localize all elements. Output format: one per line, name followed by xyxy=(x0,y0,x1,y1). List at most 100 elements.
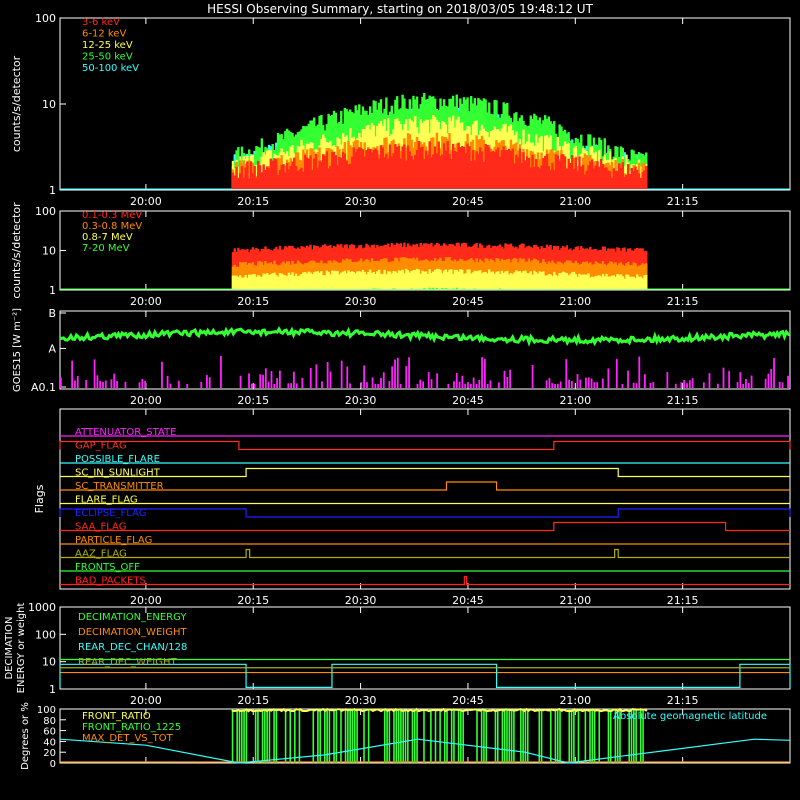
ratio-bar xyxy=(231,709,234,763)
goes-spike xyxy=(186,383,189,388)
ratio-bar xyxy=(485,709,488,763)
y-axis-label-1: DECIMATION xyxy=(4,616,15,679)
y-tick-label: 60 xyxy=(43,727,56,738)
goes-spike xyxy=(638,356,641,388)
x-tick-label: 21:00 xyxy=(559,694,591,707)
goes-spike xyxy=(745,378,747,388)
goes-spike xyxy=(601,378,604,388)
ratio-bar xyxy=(340,709,342,763)
goes-spike xyxy=(366,382,368,388)
goes-spike xyxy=(728,371,731,388)
legend-entry: 7-20 MeV xyxy=(82,243,130,254)
bar-7-20 MeV xyxy=(441,288,444,289)
ratio-bar xyxy=(261,709,264,763)
goes-spike xyxy=(649,382,652,388)
ratio-bar xyxy=(298,709,301,763)
goes-spike xyxy=(430,379,433,388)
goes-spike xyxy=(478,379,481,388)
y-tick-label: 100 xyxy=(35,205,56,218)
ratio-bar xyxy=(254,709,257,763)
goes-spike xyxy=(295,383,298,388)
ratio-bar xyxy=(264,709,266,763)
ratio-bar xyxy=(568,709,571,763)
goes-spike xyxy=(607,368,610,388)
goes-spike xyxy=(329,371,332,388)
ratio-bar xyxy=(257,709,259,763)
goes-spike xyxy=(360,382,363,388)
goes-spike xyxy=(141,379,144,388)
goes-spike xyxy=(486,383,489,388)
flag-trace-SAA_FLAG xyxy=(60,521,790,532)
legend-entry: REAR_DEC_CHAN/128 xyxy=(78,642,187,653)
ratio-bar xyxy=(443,709,446,763)
goes-spike xyxy=(635,383,638,388)
goes-spike xyxy=(264,368,267,388)
goes-spike xyxy=(326,361,329,388)
goes-spike xyxy=(467,382,469,388)
legend-entry: FRONT_RATIO xyxy=(82,711,151,722)
ratio-bar xyxy=(397,709,400,763)
goes-spike xyxy=(436,373,439,388)
x-tick-label: 20:15 xyxy=(237,295,269,308)
ratio-bar xyxy=(289,709,292,763)
y-axis-label: GOES15 [W m⁻²] xyxy=(12,308,23,392)
x-tick-label: 20:00 xyxy=(130,694,162,707)
goes-spike xyxy=(93,359,96,388)
y-axis-label: counts/s/detector xyxy=(10,202,23,299)
goes-spike xyxy=(722,367,725,388)
y-axis-label: Degrees or % xyxy=(20,702,31,770)
ratio-bar xyxy=(333,709,335,763)
ratio-bar xyxy=(335,709,338,763)
goes-spike xyxy=(503,370,506,388)
y-tick-label: 0 xyxy=(50,759,56,770)
x-tick-label: 20:00 xyxy=(130,594,162,607)
goes-spike xyxy=(548,378,551,388)
goes-spike xyxy=(531,364,534,388)
goes-spike xyxy=(273,383,276,388)
x-tick-label: 20:45 xyxy=(452,394,484,407)
y-tick-label: A xyxy=(48,342,56,355)
goes-spike xyxy=(686,383,688,388)
ratio-bar xyxy=(584,709,587,763)
bar-3-6 keV xyxy=(645,165,648,189)
ratio-bar xyxy=(411,709,414,763)
ratio-bar xyxy=(393,709,395,763)
goes-spike xyxy=(169,383,172,388)
goes-spike xyxy=(559,381,562,388)
x-tick-label: 20:30 xyxy=(345,394,377,407)
ratio-bar xyxy=(238,709,241,763)
ratio-bar xyxy=(577,709,580,763)
x-tick-label: 20:15 xyxy=(237,694,269,707)
ratio-bar xyxy=(550,709,552,763)
ratio-bar xyxy=(273,709,275,763)
x-tick-label: 20:45 xyxy=(452,694,484,707)
goes-spike xyxy=(377,383,380,388)
y-tick-label: 1 xyxy=(49,284,56,297)
goes-spike xyxy=(717,383,719,388)
y-tick-label: 100 xyxy=(35,12,56,25)
bar-7-20 MeV xyxy=(444,288,448,289)
x-tick-label: 21:15 xyxy=(667,195,699,208)
goes-spike xyxy=(267,381,270,388)
y-tick-label: 10 xyxy=(42,656,56,669)
goes-spike xyxy=(621,383,624,388)
x-tick-label: 21:00 xyxy=(559,195,591,208)
ratio-bar xyxy=(347,709,349,763)
goes-spike xyxy=(764,378,767,388)
ratio-bar xyxy=(268,709,271,763)
ratio-bar xyxy=(353,709,356,763)
goes-spike xyxy=(545,380,548,388)
x-tick-label: 21:15 xyxy=(667,694,699,707)
goes-spike xyxy=(427,372,430,388)
legend-entry: MAX_DET_VS_TOT xyxy=(82,733,174,744)
bar-7-20 MeV xyxy=(428,287,431,289)
x-tick-label: 20:00 xyxy=(130,195,162,208)
goes-spike xyxy=(276,378,278,388)
x-tick-label: 20:30 xyxy=(345,195,377,208)
bar-7-20 MeV xyxy=(435,287,439,289)
goes-spike xyxy=(458,381,461,388)
goes-spike xyxy=(688,380,691,388)
y-axis-label: Flags xyxy=(33,484,46,513)
ratio-bar xyxy=(402,709,405,763)
goes-spike xyxy=(104,380,107,388)
